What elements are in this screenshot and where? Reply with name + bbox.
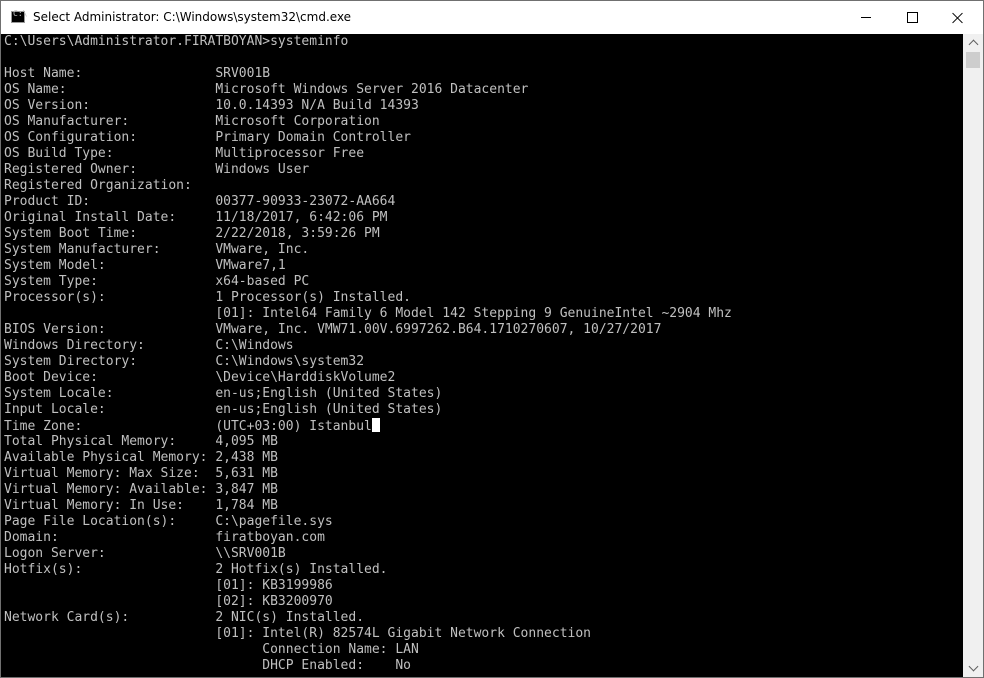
chevron-down-icon <box>968 661 978 672</box>
scroll-thumb[interactable] <box>966 52 980 68</box>
title-bar[interactable]: C:\ Select Administrator: C:\Windows\sys… <box>1 1 983 34</box>
console-line: System Boot Time: 2/22/2018, 3:59:26 PM <box>4 226 380 241</box>
console-line: Network Card(s): 2 NIC(s) Installed. <box>4 610 365 625</box>
minimize-button[interactable] <box>843 1 889 34</box>
console-line: System Model: VMware7,1 <box>4 258 286 273</box>
console-line: Boot Device: \Device\HarddiskVolume2 <box>4 370 396 385</box>
console-line: Windows Directory: C:\Windows <box>4 338 294 353</box>
console-line: OS Configuration: Primary Domain Control… <box>4 130 411 145</box>
maximize-icon <box>906 12 918 23</box>
console-line: Host Name: SRV001B <box>4 66 271 81</box>
console-line: OS Build Type: Multiprocessor Free <box>4 146 365 161</box>
console-line: Total Physical Memory: 4,095 MB <box>4 434 278 449</box>
console-line: Domain: firatboyan.com <box>4 530 325 545</box>
console-line: OS Name: Microsoft Windows Server 2016 D… <box>4 82 529 97</box>
cmd-icon[interactable]: C:\ <box>11 9 27 23</box>
console-line: Virtual Memory: Max Size: 5,631 MB <box>4 466 278 481</box>
console-line: OS Version: 10.0.14393 N/A Build 14393 <box>4 98 419 113</box>
maximize-button[interactable] <box>889 1 935 34</box>
console-line: [02]: KB3200970 <box>4 594 333 609</box>
console-line: OS Manufacturer: Microsoft Corporation <box>4 114 380 129</box>
console-line: DHCP Enabled: No <box>4 658 411 673</box>
window-title: Select Administrator: C:\Windows\system3… <box>33 10 352 24</box>
time-zone-line: Time Zone: (UTC+03:00) Istanbul <box>4 418 380 434</box>
console-line: [01]: Intel(R) 82574L Gigabit Network Co… <box>4 626 591 641</box>
console-line: Virtual Memory: Available: 3,847 MB <box>4 482 278 497</box>
text-cursor <box>371 418 380 432</box>
console-line: Connection Name: LAN <box>4 642 419 657</box>
console-line: Page File Location(s): C:\pagefile.sys <box>4 514 333 529</box>
console-line: System Locale: en-us;English (United Sta… <box>4 386 443 401</box>
console-line-text: Time Zone: (UTC+03:00) Istanbul <box>4 419 372 434</box>
console-line: System Directory: C:\Windows\system32 <box>4 354 365 369</box>
console-line: Hotfix(s): 2 Hotfix(s) Installed. <box>4 562 388 577</box>
console-line: Virtual Memory: In Use: 1,784 MB <box>4 498 278 513</box>
console-line: Registered Organization: <box>4 178 192 193</box>
scroll-down-button[interactable] <box>963 660 983 677</box>
console-line: System Manufacturer: VMware, Inc. <box>4 242 310 257</box>
console-line: [01]: KB3199986 <box>4 578 333 593</box>
prompt-line: C:\Users\Administrator.FIRATBOYAN>system… <box>4 34 349 49</box>
console-line: Logon Server: \\SRV001B <box>4 546 286 561</box>
console-line: Input Locale: en-us;English (United Stat… <box>4 402 443 417</box>
chevron-up-icon <box>968 39 978 50</box>
scroll-up-button[interactable] <box>963 34 983 51</box>
minimize-icon <box>861 17 871 18</box>
console-line: Available Physical Memory: 2,438 MB <box>4 450 278 465</box>
close-button[interactable] <box>935 1 981 34</box>
cmd-window: C:\ Select Administrator: C:\Windows\sys… <box>0 0 984 678</box>
console-line: Product ID: 00377-90933-23072-AA664 <box>4 194 396 209</box>
console-line: BIOS Version: VMware, Inc. VMW71.00V.699… <box>4 322 662 337</box>
console-line: System Type: x64-based PC <box>4 274 310 289</box>
vertical-scrollbar[interactable] <box>963 34 983 677</box>
console-output[interactable]: C:\Users\Administrator.FIRATBOYAN>system… <box>1 34 963 677</box>
console-line: [01]: Intel64 Family 6 Model 142 Steppin… <box>4 306 732 321</box>
console-line: Original Install Date: 11/18/2017, 6:42:… <box>4 210 388 225</box>
console-line: Registered Owner: Windows User <box>4 162 310 177</box>
console-line: Processor(s): 1 Processor(s) Installed. <box>4 290 411 305</box>
close-icon <box>952 12 964 24</box>
